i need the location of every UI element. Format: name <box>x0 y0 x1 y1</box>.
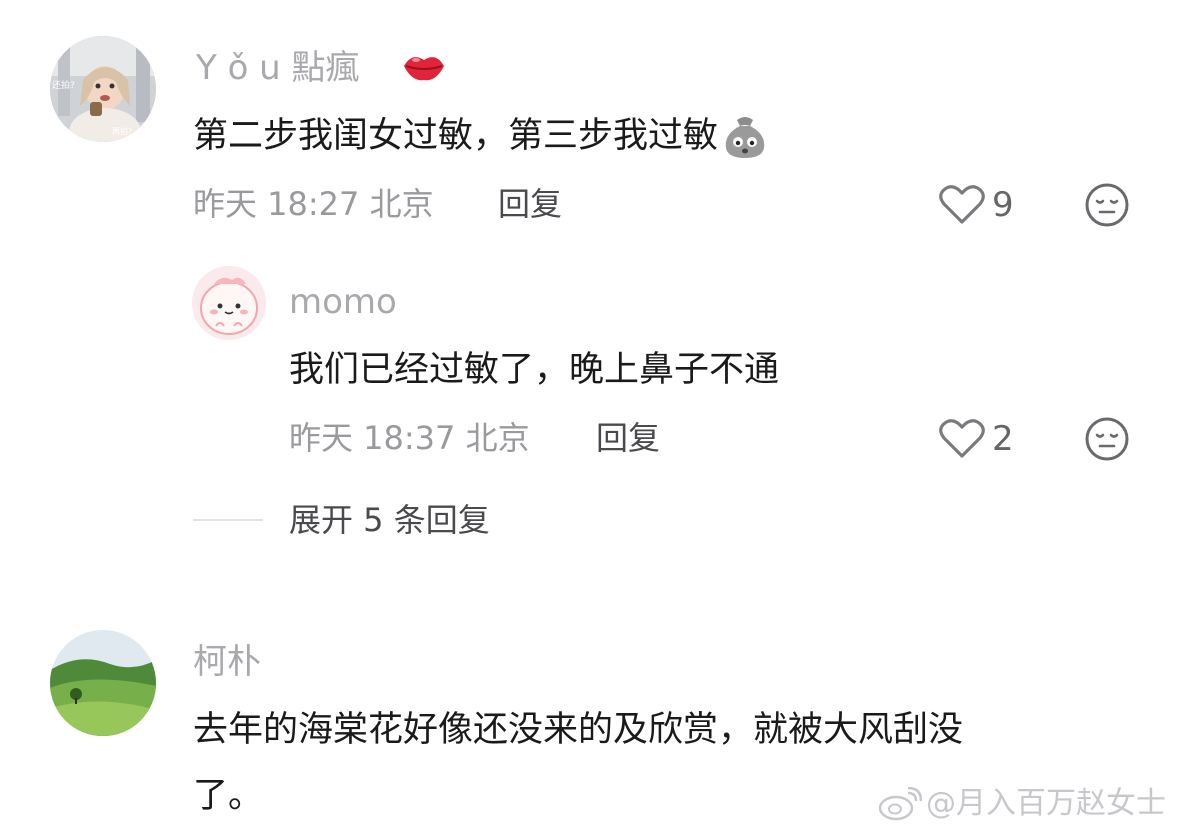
like-count: 2 <box>992 419 1014 459</box>
dislike-face-icon[interactable] <box>1084 416 1130 462</box>
expand-replies-button[interactable]: 展开 5 条回复 <box>289 500 490 540</box>
heart-outline-icon <box>939 185 985 224</box>
watermark: @月入百万赵女士 <box>878 786 1166 822</box>
weibo-logo-icon <box>878 787 922 821</box>
comment-text: 第二步我闺女过敏，第三步我过敏 <box>193 112 770 160</box>
reply-button[interactable]: 回复 <box>596 418 660 458</box>
heart-outline-icon <box>939 419 985 458</box>
comment-text-line2: 了。 <box>193 776 264 816</box>
like-button[interactable]: 9 <box>938 184 1014 226</box>
avatar-landscape-icon <box>50 630 156 736</box>
avatar-you-dian-feng[interactable]: 还拍? 再拍? <box>50 36 156 142</box>
avatar-momo[interactable] <box>192 266 266 340</box>
dislike-face-icon[interactable] <box>1084 182 1130 228</box>
avatar-photo-icon: 还拍? 再拍? <box>50 36 156 142</box>
svg-text:还拍?: 还拍? <box>52 79 75 91</box>
comment-timestamp: 昨天 18:27 北京 <box>193 185 434 223</box>
expand-divider <box>193 519 263 521</box>
comment-text-content: 第二步我闺女过敏，第三步我过敏 <box>193 116 719 156</box>
svg-text:再拍?: 再拍? <box>112 126 132 136</box>
avatar-ke-pu[interactable] <box>50 630 156 736</box>
like-button[interactable]: 2 <box>938 418 1014 460</box>
watermark-text: @月入百万赵女士 <box>926 786 1166 821</box>
comment-username[interactable]: 柯朴 <box>193 642 261 682</box>
reply-button[interactable]: 回复 <box>498 184 562 224</box>
lips-emoji-icon <box>404 57 444 81</box>
like-count: 9 <box>992 185 1014 225</box>
reply-text: 我们已经过敏了，晚上鼻子不通 <box>289 350 780 390</box>
comment-username[interactable]: Y ǒ u 點瘋 <box>196 48 360 88</box>
comment-text-line1: 去年的海棠花好像还没来的及欣赏，就被大风刮没 <box>193 710 964 750</box>
money-bag-face-emoji-icon <box>725 117 765 158</box>
avatar-pink-character-icon <box>192 266 266 340</box>
reply-username[interactable]: momo <box>289 282 397 322</box>
reply-timestamp: 昨天 18:37 北京 <box>289 419 530 457</box>
